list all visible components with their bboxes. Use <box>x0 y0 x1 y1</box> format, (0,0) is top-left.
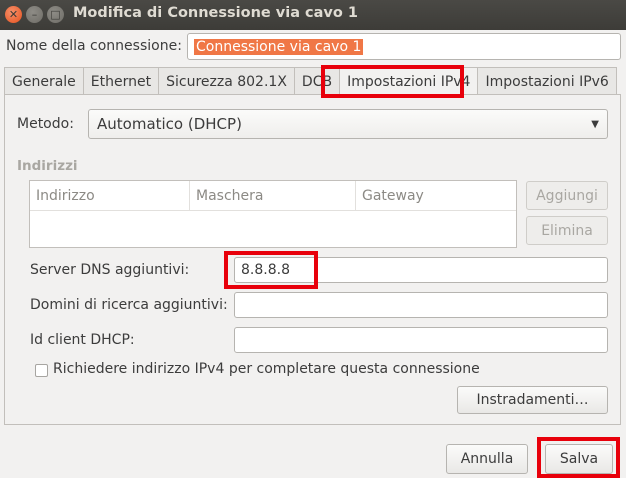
column-gateway[interactable]: Gateway <box>356 181 516 211</box>
search-domains-input[interactable] <box>234 292 608 318</box>
method-label: Metodo: <box>17 116 74 132</box>
tab-ethernet[interactable]: Ethernet <box>82 67 160 95</box>
dns-label: Server DNS aggiuntivi: <box>30 262 190 278</box>
dns-input[interactable]: 8.8.8.8 <box>234 257 608 283</box>
search-domains-label: Domini di ricerca aggiuntivi: <box>30 297 228 313</box>
dhcp-client-id-label: Id client DHCP: <box>30 332 135 348</box>
connection-name-label: Nome della connessione: <box>6 38 182 54</box>
method-value: Automatico (DHCP) <box>97 115 242 133</box>
delete-address-button[interactable]: Elimina <box>526 216 608 245</box>
addresses-table-header: Indirizzo Maschera Gateway <box>30 181 516 211</box>
close-icon[interactable]: ✕ <box>5 6 22 23</box>
require-ipv4-checkbox[interactable] <box>35 364 48 377</box>
maximize-icon[interactable]: □ <box>47 6 64 23</box>
add-address-button[interactable]: Aggiungi <box>526 181 608 210</box>
window-title: Modifica di Connessione via cavo 1 <box>73 5 358 21</box>
tab-ipv4[interactable]: Impostazioni IPv4 <box>339 67 479 95</box>
cancel-button[interactable]: Annulla <box>446 444 528 474</box>
dns-value: 8.8.8.8 <box>241 262 290 278</box>
require-ipv4-label: Richiedere indirizzo IPv4 per completare… <box>53 361 480 377</box>
tab-generale[interactable]: Generale <box>4 67 84 95</box>
addresses-label: Indirizzi <box>17 158 78 174</box>
tab-ipv6[interactable]: Impostazioni IPv6 <box>477 67 617 95</box>
addresses-table[interactable]: Indirizzo Maschera Gateway <box>29 180 517 248</box>
column-netmask[interactable]: Maschera <box>190 181 356 211</box>
column-address[interactable]: Indirizzo <box>30 181 190 211</box>
routes-button[interactable]: Instradamenti… <box>457 386 608 414</box>
tab-dcb[interactable]: DCB <box>293 67 341 95</box>
dhcp-client-id-input[interactable] <box>234 327 608 353</box>
minimize-icon[interactable]: – <box>26 6 43 23</box>
tab-bar: Generale Ethernet Sicurezza 802.1X DCB I… <box>4 67 617 95</box>
tab-sicurezza[interactable]: Sicurezza 802.1X <box>158 67 295 95</box>
method-select[interactable]: Automatico (DHCP) ▼ <box>88 109 608 139</box>
connection-name-input[interactable]: Connessione via cavo 1 <box>187 33 621 60</box>
chevron-down-icon: ▼ <box>591 119 599 130</box>
save-button[interactable]: Salva <box>545 444 613 474</box>
title-bar: ✕ – □ Modifica di Connessione via cavo 1 <box>0 0 626 30</box>
connection-name-value: Connessione via cavo 1 <box>194 38 364 55</box>
